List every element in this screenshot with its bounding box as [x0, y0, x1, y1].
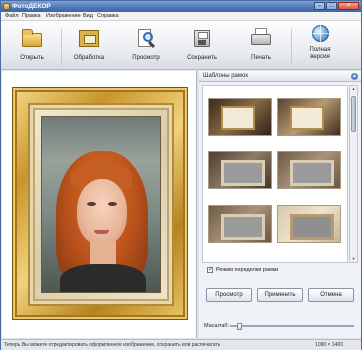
frame-templates-list	[202, 85, 348, 263]
app-window: ФотоДЕКОР – □ × Файл Правка Изображение …	[0, 0, 362, 350]
panel-header: Шаблоны рамок ▲	[199, 71, 361, 82]
frame-template-6[interactable]	[277, 205, 341, 243]
frame-template-3[interactable]	[208, 151, 272, 189]
templates-scrollbar[interactable]: ▲ ▼	[349, 85, 358, 263]
edit-mode-label: Режим переделки рамки	[216, 267, 279, 273]
portrait-photo	[41, 116, 161, 293]
templates-panel: Шаблоны рамок ▲ ▲ ▼ ✓ Режим переделки ра…	[199, 71, 361, 338]
zoom-slider-thumb[interactable]	[237, 323, 242, 330]
frame-template-4[interactable]	[277, 151, 341, 189]
menu-file[interactable]: Файл	[5, 13, 19, 20]
frame-template-5[interactable]	[208, 205, 272, 243]
preview-frame-button[interactable]: Просмотр	[206, 288, 252, 302]
process-button[interactable]: Обработка	[65, 27, 113, 69]
toolbar-separator	[291, 29, 292, 65]
frame-icon	[77, 27, 101, 49]
scroll-down-icon[interactable]: ▼	[351, 256, 356, 262]
title-bar[interactable]: ФотоДЕКОР – □ ×	[1, 1, 361, 12]
status-text: Теперь Вы можете отредактировать оформле…	[4, 342, 221, 348]
scroll-thumb[interactable]	[351, 96, 356, 132]
status-bar: Теперь Вы можете отредактировать оформле…	[1, 339, 361, 350]
decorative-frame	[12, 87, 188, 320]
magnifier-icon	[134, 27, 158, 49]
print-button[interactable]: Печать	[237, 27, 285, 69]
frame-template-2[interactable]	[277, 98, 341, 136]
menu-image[interactable]: Изображение	[46, 13, 81, 20]
full-version-label-1: Полная	[309, 47, 331, 53]
preview-label: Просмотр	[132, 55, 160, 61]
edit-mode-checkbox[interactable]: ✓	[207, 267, 213, 273]
menu-view[interactable]: Вид	[83, 13, 93, 20]
globe-icon	[308, 24, 332, 46]
zoom-label: Масштаб:	[204, 323, 230, 329]
apply-button[interactable]: Применить	[257, 288, 303, 302]
open-button[interactable]: Открыть	[8, 27, 56, 69]
frame-mat	[28, 103, 174, 306]
toolbar: Открыть Обработка Просмотр Сохранить Печ…	[1, 21, 361, 70]
menu-help[interactable]: Справка	[97, 13, 119, 20]
save-label: Сохранить	[187, 55, 217, 61]
app-icon	[3, 3, 10, 10]
full-version-button[interactable]: Полная версия	[296, 24, 344, 66]
scroll-up-icon[interactable]: ▲	[351, 86, 356, 92]
save-button[interactable]: Сохранить	[178, 27, 226, 69]
printer-icon	[249, 27, 273, 49]
zoom-control: Масштаб:	[199, 321, 361, 331]
panel-title: Шаблоны рамок	[203, 73, 248, 79]
zoom-slider[interactable]	[230, 323, 354, 330]
folder-icon	[20, 27, 44, 49]
toolbar-separator	[61, 29, 62, 65]
image-size: 1090 × 1400	[315, 342, 343, 348]
maximize-button[interactable]: □	[326, 2, 337, 10]
preview-button[interactable]: Просмотр	[122, 27, 170, 69]
print-label: Печать	[251, 55, 271, 61]
menu-bar: Файл Правка Изображение Вид Справка	[1, 12, 361, 21]
image-workspace[interactable]	[2, 71, 197, 338]
window-title: ФотоДЕКОР	[12, 3, 51, 10]
cancel-button[interactable]: Отмена	[308, 288, 354, 302]
disk-icon	[190, 27, 214, 49]
full-version-label-2: версия	[310, 54, 330, 60]
menu-edit[interactable]: Правка	[22, 13, 41, 20]
process-label: Обработка	[73, 55, 105, 61]
open-label: Открыть	[20, 55, 44, 61]
collapse-icon[interactable]: ▲	[351, 73, 358, 80]
close-button[interactable]: ×	[338, 2, 359, 10]
minimize-button[interactable]: –	[314, 2, 325, 10]
frame-template-1[interactable]	[208, 98, 272, 136]
